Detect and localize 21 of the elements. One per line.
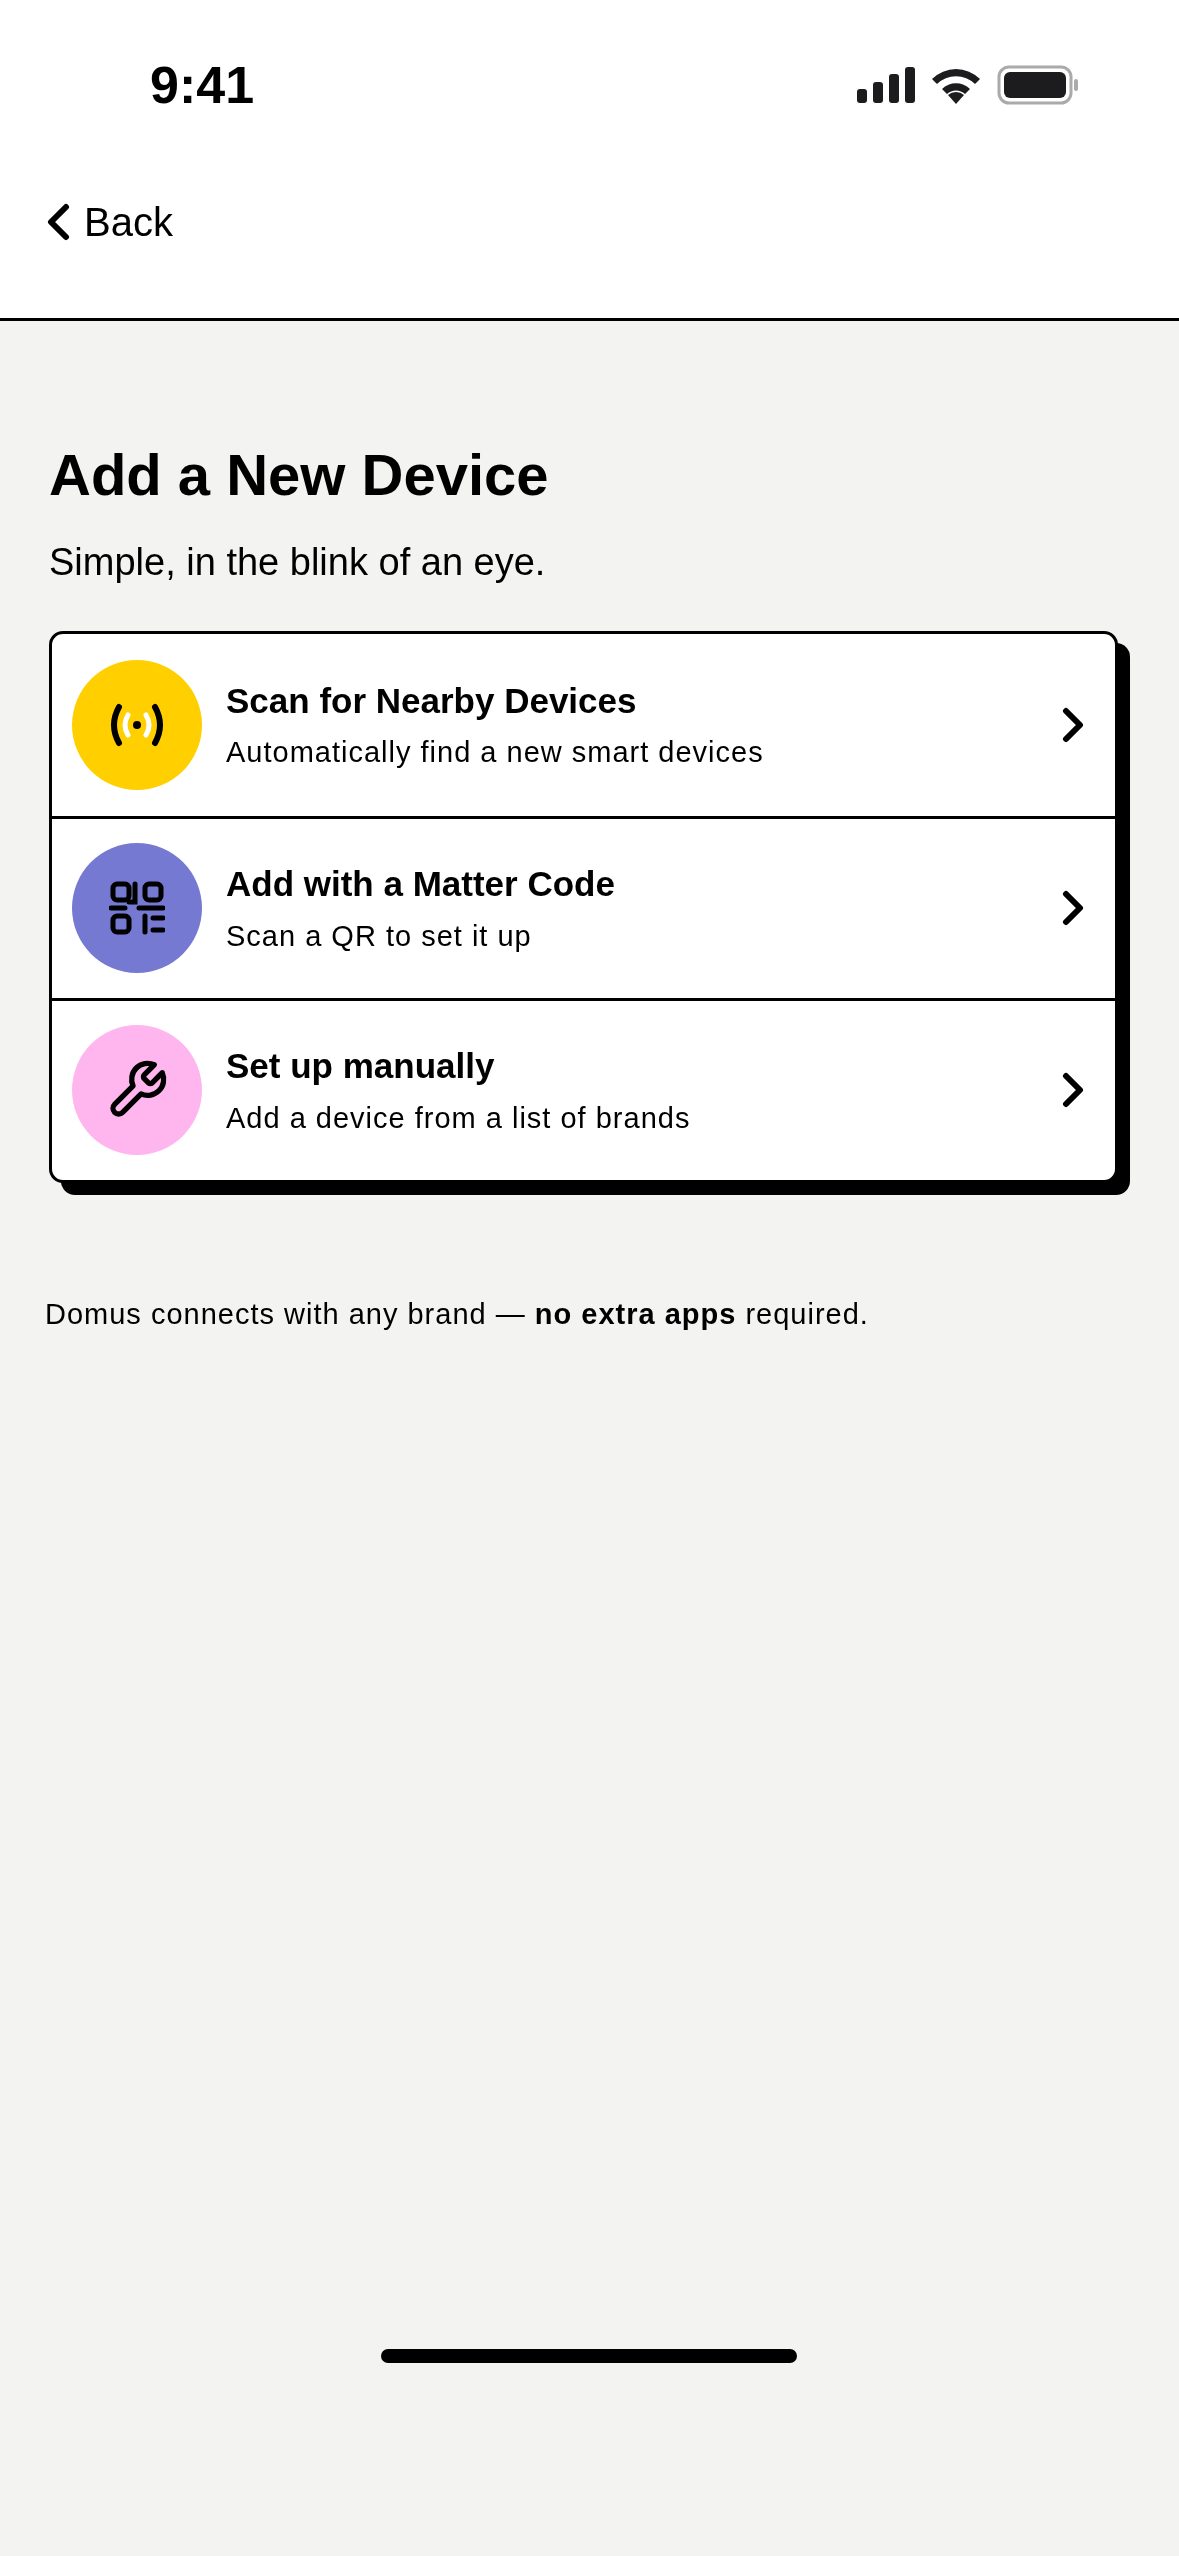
chevron-right-icon [1061, 890, 1085, 926]
chevron-left-icon [46, 203, 70, 241]
option-row[interactable]: Set up manually Add a device from a list of brands [52, 997, 1115, 1180]
option-description: Add a device from a list of brands [226, 1100, 692, 1136]
option-title: Add with a Matter Code [226, 863, 616, 905]
option-row[interactable]: Add with a Matter Code Scan a QR to set it up [52, 815, 1115, 998]
status-time: 9:41 [150, 55, 255, 116]
option-description: Automatically find a new smart devices [226, 735, 765, 770]
page-title: Add a New Device [49, 441, 550, 509]
page-subtitle: Simple, in the blink of an eye. [49, 539, 547, 585]
option-title: Scan for Nearby Devices [226, 679, 638, 722]
battery-icon [997, 65, 1079, 105]
signal-icon [857, 67, 915, 103]
option-description: Scan a QR to set it up [226, 918, 533, 954]
qr-code-icon [109, 880, 165, 936]
chevron-right-icon [1061, 706, 1085, 743]
footer-note: Domus connects with any brand — no extra apps required. [45, 1296, 870, 1332]
back-button[interactable]: Back [46, 192, 173, 252]
option-row[interactable]: Scan for Nearby Devices Automatically find a new smart devices [52, 633, 1115, 816]
chevron-right-icon [1061, 1072, 1085, 1108]
option-title: Set up manually [226, 1045, 496, 1087]
